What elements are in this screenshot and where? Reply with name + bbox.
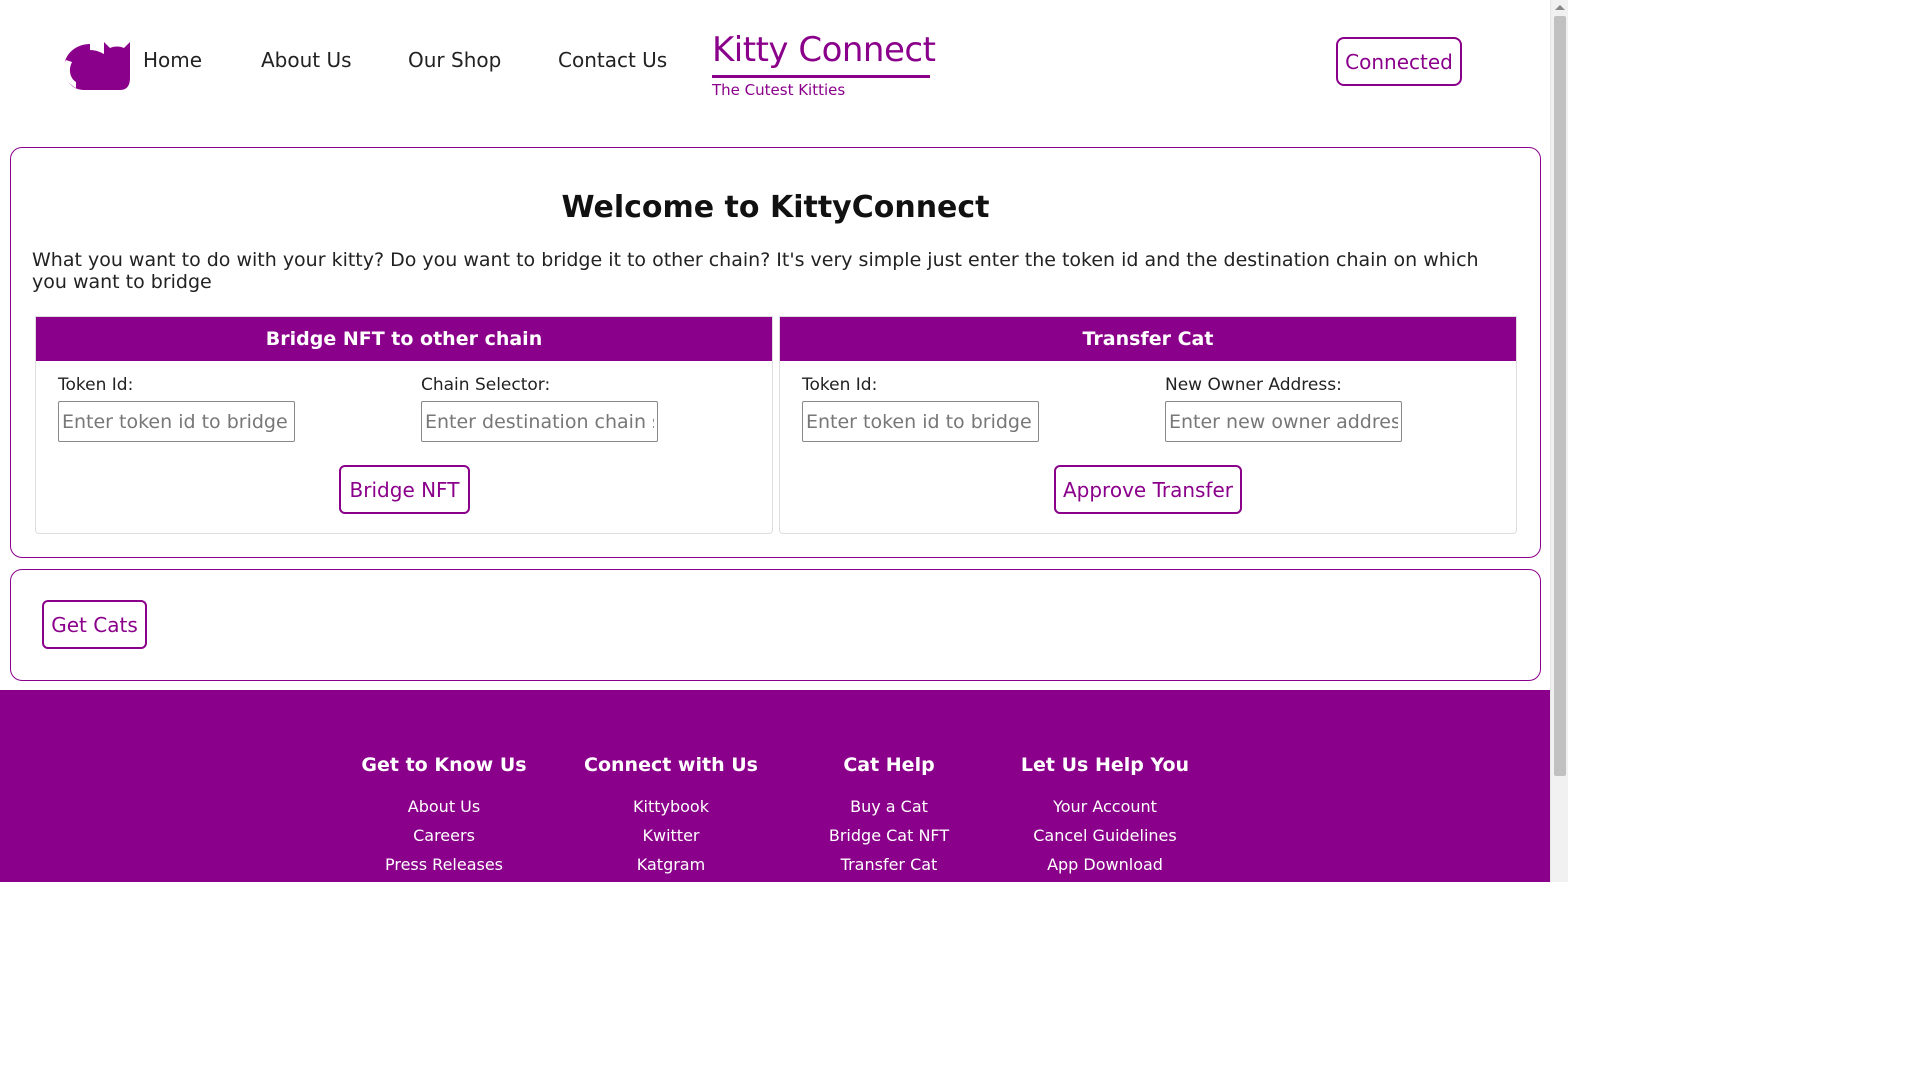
vertical-scrollbar[interactable] [1550,0,1568,882]
brand-subtitle: The Cutest Kitties [712,81,846,99]
footer-column-title: Connect with Us [584,754,758,776]
bridge-nft-button[interactable]: Bridge NFT [339,465,470,514]
footer-column-title: Get to Know Us [361,754,527,776]
transfer-panel-title: Transfer Cat [780,317,1516,361]
nav-home[interactable]: Home [143,48,202,72]
brand[interactable]: Kitty Connect The Cutest Kitties [712,30,936,99]
footer-column-title: Cat Help [843,754,935,776]
footer-column-cat-help: Cat Help Buy a Cat Bridge Cat NFT Transf… [789,754,989,879]
get-cats-button[interactable]: Get Cats [42,600,147,649]
chain-selector-label: Chain Selector: [421,375,551,395]
connect-wallet-button[interactable]: Connected [1336,37,1462,86]
transfer-token-label: Token Id: [802,375,878,395]
footer-column-get-to-know-us: Get to Know Us About Us Careers Press Re… [344,754,544,879]
cats-card: Get Cats [10,569,1541,681]
footer-link-app-download[interactable]: App Download [1005,850,1205,879]
footer-column-connect-with-us: Connect with Us Kittybook Kwitter Katgra… [571,754,771,879]
footer-link-about-us[interactable]: About Us [344,792,544,821]
transfer-token-input[interactable] [802,401,1039,442]
footer-link-cancel-guidelines[interactable]: Cancel Guidelines [1005,821,1205,850]
scroll-up-arrow-icon[interactable] [1555,5,1565,10]
footer-link-press-releases[interactable]: Press Releases [344,850,544,879]
brand-title: Kitty Connect [712,30,936,70]
footer-link-kittybook[interactable]: Kittybook [571,792,771,821]
footer-link-careers[interactable]: Careers [344,821,544,850]
footer-link-transfer-cat[interactable]: Transfer Cat [789,850,989,879]
nav-contact-us[interactable]: Contact Us [558,48,667,72]
site-header: Home About Us Our Shop Contact Us Kitty … [0,0,1550,130]
footer-link-buy-a-cat[interactable]: Buy a Cat [789,792,989,821]
footer-column-let-us-help-you: Let Us Help You Your Account Cancel Guid… [1005,754,1205,879]
transfer-panel: Transfer Cat Token Id: New Owner Address… [779,316,1517,534]
bridge-token-input[interactable] [58,401,295,442]
intro-text: What you want to do with your kitty? Do … [32,249,1479,293]
footer-link-katgram[interactable]: Katgram [571,850,771,879]
new-owner-input[interactable] [1165,401,1402,442]
footer-link-your-account[interactable]: Your Account [1005,792,1205,821]
footer-column-title: Let Us Help You [1020,754,1190,776]
scrollbar-thumb[interactable] [1554,16,1566,776]
bridge-token-label: Token Id: [58,375,134,395]
nav-about-us[interactable]: About Us [261,48,352,72]
main-card: Welcome to KittyConnect What you want to… [10,147,1541,558]
page-title: Welcome to KittyConnect [561,190,990,225]
site-footer: Get to Know Us About Us Careers Press Re… [0,690,1550,882]
nav-our-shop[interactable]: Our Shop [408,48,501,72]
bridge-panel: Bridge NFT to other chain Token Id: Chai… [35,316,773,534]
footer-link-bridge-cat-nft[interactable]: Bridge Cat NFT [789,821,989,850]
bridge-panel-title: Bridge NFT to other chain [36,317,772,361]
chain-selector-input[interactable] [421,401,658,442]
footer-link-kwitter[interactable]: Kwitter [571,821,771,850]
cat-logo-icon[interactable] [62,38,132,94]
brand-underline [712,75,930,78]
approve-transfer-button[interactable]: Approve Transfer [1054,465,1242,514]
new-owner-label: New Owner Address: [1165,375,1342,395]
